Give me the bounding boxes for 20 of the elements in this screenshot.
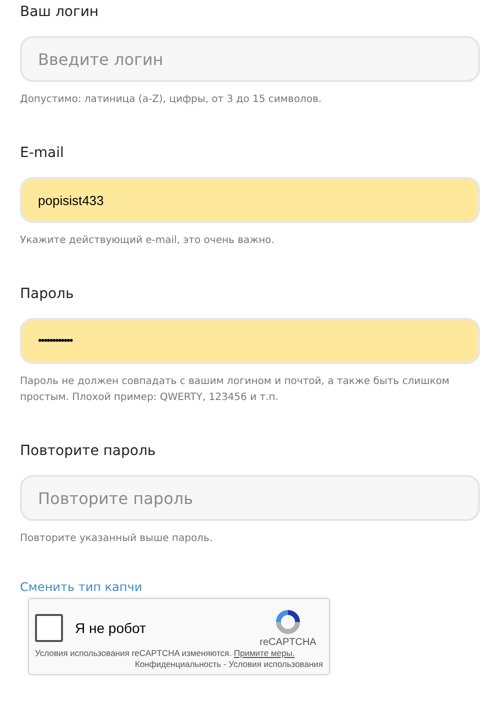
field-hint: Укажите действующий e-mail, это очень важно. bbox=[20, 234, 276, 248]
field-hint: Повторите указанный выше пароль. bbox=[20, 532, 214, 546]
field-hint: Допустимо: латиница (a-Z), цифры, от 3 до 15 символов. bbox=[20, 93, 323, 107]
recaptcha-logo-icon bbox=[273, 607, 303, 637]
field-hint: Пароль не должен совпадать с вашим логином и почтой, а также быть слишком простым. Плохой пример: QWERTY, 123456 и т.п. bbox=[20, 375, 450, 405]
captcha-checkbox[interactable] bbox=[35, 614, 63, 642]
field-label: E-mail bbox=[20, 145, 65, 163]
input-field[interactable]: Повторите пароль bbox=[20, 475, 480, 521]
captcha-label: Я не робот bbox=[75, 620, 147, 636]
take-action-link[interactable]: Примите меры. bbox=[234, 648, 295, 658]
recaptcha-privacy-terms: Конфиденциальность - Условия использования bbox=[134, 659, 323, 670]
captcha-switch-link[interactable]: Сменить тип капчи bbox=[20, 580, 142, 594]
field-label: Пароль bbox=[20, 286, 75, 304]
input-field[interactable]: popisist433 bbox=[20, 177, 480, 223]
field-label: Ваш логин bbox=[20, 4, 100, 22]
recaptcha-brand: reCAPTCHA bbox=[260, 637, 316, 648]
input-field[interactable]: •••••••••••• bbox=[20, 318, 480, 364]
input-field[interactable]: Введите логин bbox=[20, 36, 480, 82]
field-label: Повторите пароль bbox=[20, 443, 157, 461]
recaptcha-notice: Условия использования reCAPTCHA изменяются. Примите меры. bbox=[35, 648, 296, 659]
